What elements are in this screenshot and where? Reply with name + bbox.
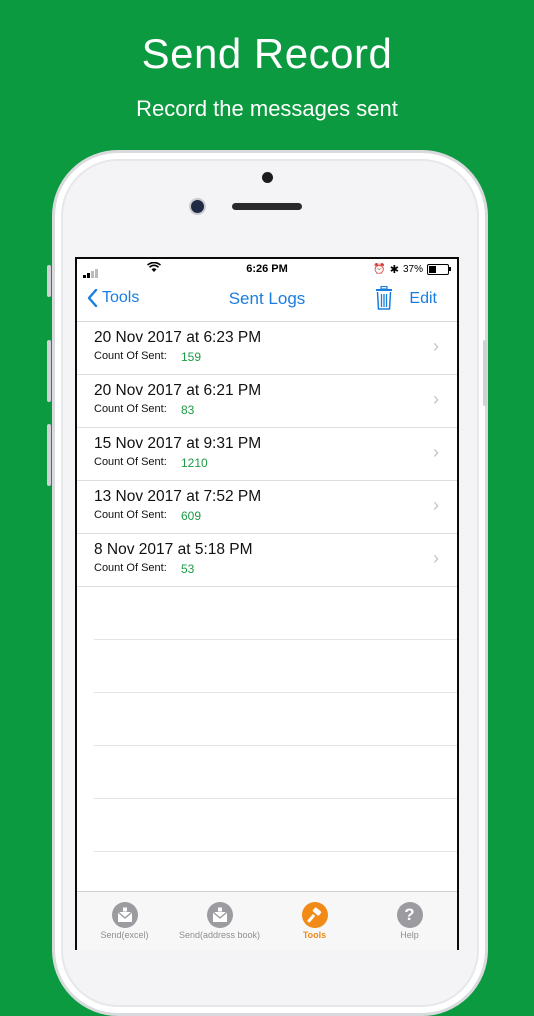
empty-row	[94, 640, 457, 693]
phone-volume-up-button	[47, 340, 51, 402]
tab-send-excel[interactable]: Send(excel)	[77, 892, 172, 950]
log-row[interactable]: 15 Nov 2017 at 9:31 PM Count Of Sent: 12…	[77, 428, 457, 481]
promo-subtitle: Record the messages sent	[136, 96, 398, 121]
bluetooth-icon: ✱	[389, 264, 399, 276]
phone-power-button	[483, 340, 487, 406]
log-row[interactable]: 8 Nov 2017 at 5:18 PM Count Of Sent: 53 …	[77, 534, 457, 587]
empty-row	[94, 799, 457, 852]
count-label: Count Of Sent:	[94, 509, 167, 521]
log-date: 15 Nov 2017 at 9:31 PM	[94, 435, 262, 452]
chevron-right-icon: ›	[433, 442, 439, 462]
sent-logs-list: 20 Nov 2017 at 6:23 PM Count Of Sent: 15…	[77, 322, 457, 852]
chevron-right-icon: ›	[433, 495, 439, 515]
empty-row	[94, 746, 457, 799]
chevron-right-icon: ›	[433, 389, 439, 409]
question-icon: ?	[396, 902, 423, 928]
phone-volume-down-button	[47, 424, 51, 486]
chevron-right-icon: ›	[433, 336, 439, 356]
tab-send-address-book[interactable]: Send(address book)	[172, 892, 267, 950]
count-value: 1210	[181, 456, 208, 470]
tab-label: Send(excel)	[100, 930, 149, 940]
battery-icon	[427, 264, 451, 275]
status-bar: 6:26 PM ⏰ ✱ 37%	[77, 259, 457, 279]
front-camera	[191, 200, 204, 213]
tab-label: Send(address book)	[178, 930, 261, 940]
count-value: 83	[181, 403, 195, 417]
log-date: 8 Nov 2017 at 5:18 PM	[94, 541, 253, 558]
log-row[interactable]: 13 Nov 2017 at 7:52 PM Count Of Sent: 60…	[77, 481, 457, 534]
tab-bar: Send(excel) Send(address book) Tools ? H…	[77, 891, 457, 950]
camera-dot	[262, 172, 273, 183]
count-label: Count Of Sent:	[94, 350, 167, 362]
empty-row	[94, 587, 457, 640]
navigation-bar: Tools Sent Logs Edit	[77, 279, 457, 322]
count-label: Count Of Sent:	[94, 403, 167, 415]
tab-label: Tools	[302, 930, 327, 940]
trash-button[interactable]	[375, 285, 393, 315]
tab-help[interactable]: ? Help	[362, 892, 457, 950]
log-date: 20 Nov 2017 at 6:23 PM	[94, 329, 262, 346]
tab-label: Help	[400, 930, 419, 940]
phone-screen: 6:26 PM ⏰ ✱ 37% Tools Sent Logs Edit 20 …	[75, 257, 459, 950]
phone-side-button	[47, 265, 51, 297]
log-date: 13 Nov 2017 at 7:52 PM	[94, 488, 262, 505]
page-title: Sent Logs	[228, 289, 306, 308]
trash-icon	[376, 285, 392, 310]
app-screen: 6:26 PM ⏰ ✱ 37% Tools Sent Logs Edit 20 …	[77, 259, 457, 950]
edit-button[interactable]: Edit	[409, 290, 437, 308]
count-label: Count Of Sent:	[94, 456, 167, 468]
tab-tools[interactable]: Tools	[267, 892, 362, 950]
count-value: 159	[181, 350, 202, 364]
promo-title: Send Record	[141, 30, 393, 77]
count-label: Count Of Sent:	[94, 562, 167, 574]
earpiece-speaker	[232, 203, 302, 210]
chevron-right-icon: ›	[433, 548, 439, 568]
count-value: 53	[181, 562, 195, 576]
hammer-icon	[301, 902, 328, 928]
count-value: 609	[181, 509, 202, 523]
envelope-icon	[111, 902, 138, 928]
status-right-group: ⏰ ✱ 37%	[373, 263, 451, 276]
battery-percent: 37%	[402, 264, 423, 275]
log-row[interactable]: 20 Nov 2017 at 6:23 PM Count Of Sent: 15…	[77, 322, 457, 375]
log-row[interactable]: 20 Nov 2017 at 6:21 PM Count Of Sent: 83…	[77, 375, 457, 428]
log-date: 20 Nov 2017 at 6:21 PM	[94, 382, 262, 399]
envelope-icon	[206, 902, 233, 928]
alarm-icon: ⏰	[373, 264, 386, 275]
empty-row	[94, 693, 457, 746]
